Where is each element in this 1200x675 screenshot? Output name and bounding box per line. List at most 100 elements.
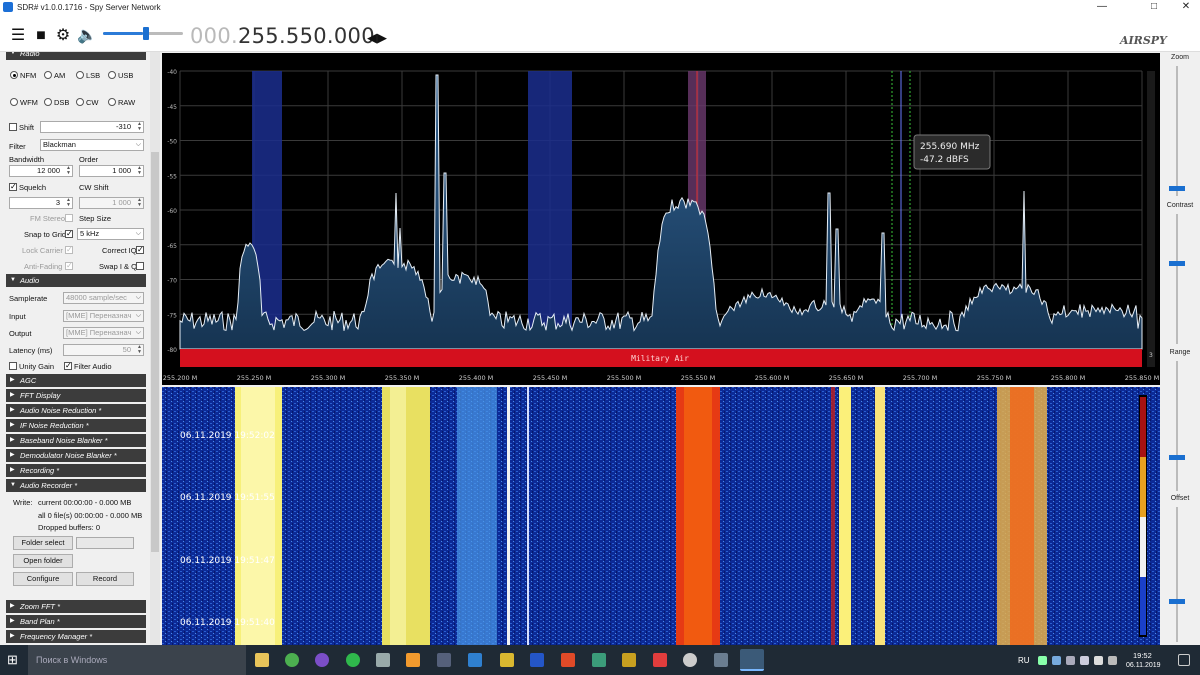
shift-checkbox[interactable]: [9, 123, 17, 131]
keyboard-icon[interactable]: [1108, 656, 1117, 665]
tray-icon[interactable]: [1066, 656, 1075, 665]
bandwidth-input[interactable]: 12 000 ▲ ▼: [9, 165, 73, 177]
app-icon[interactable]: [622, 653, 636, 667]
app-icon[interactable]: [468, 653, 482, 667]
samplerate-select[interactable]: 48000 sample/sec: [63, 292, 144, 304]
filter-select[interactable]: Blackman: [40, 139, 144, 151]
app-icon[interactable]: [714, 653, 728, 667]
sdrsharp-taskbar-icon[interactable]: [740, 649, 764, 671]
waterfall-display[interactable]: 06.11.2019 19:52:02 06.11.2019 19:51:55 …: [162, 387, 1160, 645]
audio-app-icon[interactable]: [437, 653, 451, 667]
lock-carrier-checkbox[interactable]: ✓: [65, 246, 73, 254]
frequency-arrows-icon[interactable]: ◀▶: [367, 30, 387, 46]
app-icon[interactable]: [500, 653, 514, 667]
folder-path-field[interactable]: [76, 537, 134, 549]
tray-icon[interactable]: [1038, 656, 1047, 665]
notification-icon[interactable]: [1178, 654, 1190, 666]
configure-button[interactable]: Configure: [13, 572, 73, 586]
app-icon[interactable]: [561, 653, 575, 667]
gear-icon[interactable]: ⚙: [55, 28, 71, 44]
spin-icon[interactable]: ▲ ▼: [66, 198, 71, 208]
mode-lsb-radio[interactable]: [76, 71, 84, 79]
spin-icon[interactable]: ▲ ▼: [137, 345, 142, 355]
volume-knob[interactable]: [143, 27, 149, 40]
filter-audio-checkbox[interactable]: ✓: [64, 362, 72, 370]
left-panel-scrollbar[interactable]: [150, 52, 160, 645]
zoom-knob[interactable]: [1169, 186, 1185, 191]
swap-iq-checkbox[interactable]: [136, 262, 144, 270]
recording-panel-header[interactable]: Recording *: [6, 464, 146, 477]
spin-icon[interactable]: ▲ ▼: [137, 198, 142, 208]
speaker-icon[interactable]: 🔈: [77, 28, 97, 44]
audio-recorder-panel-header[interactable]: Audio Recorder *: [6, 479, 146, 492]
unity-gain-checkbox[interactable]: [9, 362, 17, 370]
step-size-select[interactable]: 5 kHz: [77, 228, 144, 240]
order-input[interactable]: 1 000 ▲ ▼: [79, 165, 144, 177]
contrast-knob[interactable]: [1169, 261, 1185, 266]
if-noise-reduction-panel-header[interactable]: IF Noise Reduction *: [6, 419, 146, 432]
demodulator-noise-blanker-panel-header[interactable]: Demodulator Noise Blanker *: [6, 449, 146, 462]
open-folder-button[interactable]: Open folder: [13, 554, 73, 568]
zoom-slider[interactable]: [1176, 66, 1178, 196]
output-select[interactable]: [MME] Переназнач: [63, 327, 144, 339]
file-explorer-icon[interactable]: [255, 653, 269, 667]
maximize-button[interactable]: □: [1140, 0, 1168, 14]
range-slider[interactable]: [1176, 361, 1178, 491]
spin-icon[interactable]: ▲ ▼: [66, 166, 71, 176]
mode-am-radio[interactable]: [44, 71, 52, 79]
folder-select-button[interactable]: Folder select: [13, 536, 73, 550]
mode-usb-radio[interactable]: [108, 71, 116, 79]
network-icon[interactable]: [1080, 656, 1089, 665]
app-icon[interactable]: [376, 653, 390, 667]
tray-icon[interactable]: [1052, 656, 1061, 665]
offset-knob[interactable]: [1169, 599, 1185, 604]
cw-shift-input[interactable]: 1 000 ▲ ▼: [79, 197, 144, 209]
offset-slider[interactable]: [1176, 507, 1178, 642]
latency-input[interactable]: 50 ▲ ▼: [63, 344, 144, 356]
frequency-manager-panel-header[interactable]: Frequency Manager *: [6, 630, 146, 643]
radio-panel-header[interactable]: Radio: [6, 52, 146, 60]
contrast-slider[interactable]: [1176, 214, 1178, 344]
spectrum-display[interactable]: Military Air -40 -45 -50 -55 -60 -65 -70 -75 -80…: [162, 53, 1160, 385]
baseband-noise-blanker-panel-header[interactable]: Baseband Noise Blanker *: [6, 434, 146, 447]
agc-panel-header[interactable]: AGC: [6, 374, 146, 387]
snap-checkbox[interactable]: ✓: [65, 230, 73, 238]
chrome-icon[interactable]: [285, 653, 299, 667]
clock-date[interactable]: 06.11.2019: [1126, 662, 1161, 669]
range-knob[interactable]: [1169, 455, 1185, 460]
spin-icon[interactable]: ▲ ▼: [137, 122, 142, 132]
mode-wfm-radio[interactable]: [10, 98, 18, 106]
anti-fading-checkbox[interactable]: ✓: [65, 262, 73, 270]
mode-nfm-radio[interactable]: [10, 71, 18, 79]
windows-start-icon[interactable]: ⊞: [7, 653, 21, 667]
record-button[interactable]: Record: [76, 572, 134, 586]
scrollbar-thumb[interactable]: [151, 152, 159, 552]
viber-icon[interactable]: [315, 653, 329, 667]
squelch-input[interactable]: 3 ▲ ▼: [9, 197, 73, 209]
spin-icon[interactable]: ▲ ▼: [137, 166, 142, 176]
audio-noise-reduction-panel-header[interactable]: Audio Noise Reduction *: [6, 404, 146, 417]
app-icon[interactable]: [653, 653, 667, 667]
input-select[interactable]: [MME] Переназнач: [63, 310, 144, 322]
band-plan-panel-header[interactable]: Band Plan *: [6, 615, 146, 628]
app-icon[interactable]: [530, 653, 544, 667]
whatsapp-icon[interactable]: [346, 653, 360, 667]
minimize-button[interactable]: —: [1088, 0, 1116, 14]
clock-time[interactable]: 19:52: [1133, 651, 1152, 660]
menu-icon[interactable]: ☰: [10, 28, 26, 44]
app-icon[interactable]: [683, 653, 697, 667]
shift-input[interactable]: -310 ▲ ▼: [40, 121, 144, 133]
audio-panel-header[interactable]: Audio: [6, 274, 146, 287]
taskbar-search[interactable]: Поиск в Windows: [28, 645, 246, 675]
language-indicator[interactable]: RU: [1018, 656, 1030, 665]
mode-cw-radio[interactable]: [76, 98, 84, 106]
squelch-checkbox[interactable]: ✓: [9, 183, 17, 191]
app-icon[interactable]: [406, 653, 420, 667]
frequency-display[interactable]: 000.255.550.000: [190, 24, 375, 48]
mode-dsb-radio[interactable]: [44, 98, 52, 106]
zoom-fft-panel-header[interactable]: Zoom FFT *: [6, 600, 146, 613]
correct-iq-checkbox[interactable]: ✓: [136, 246, 144, 254]
stop-icon[interactable]: ■: [33, 28, 49, 44]
volume-icon[interactable]: [1094, 656, 1103, 665]
app-icon[interactable]: [592, 653, 606, 667]
